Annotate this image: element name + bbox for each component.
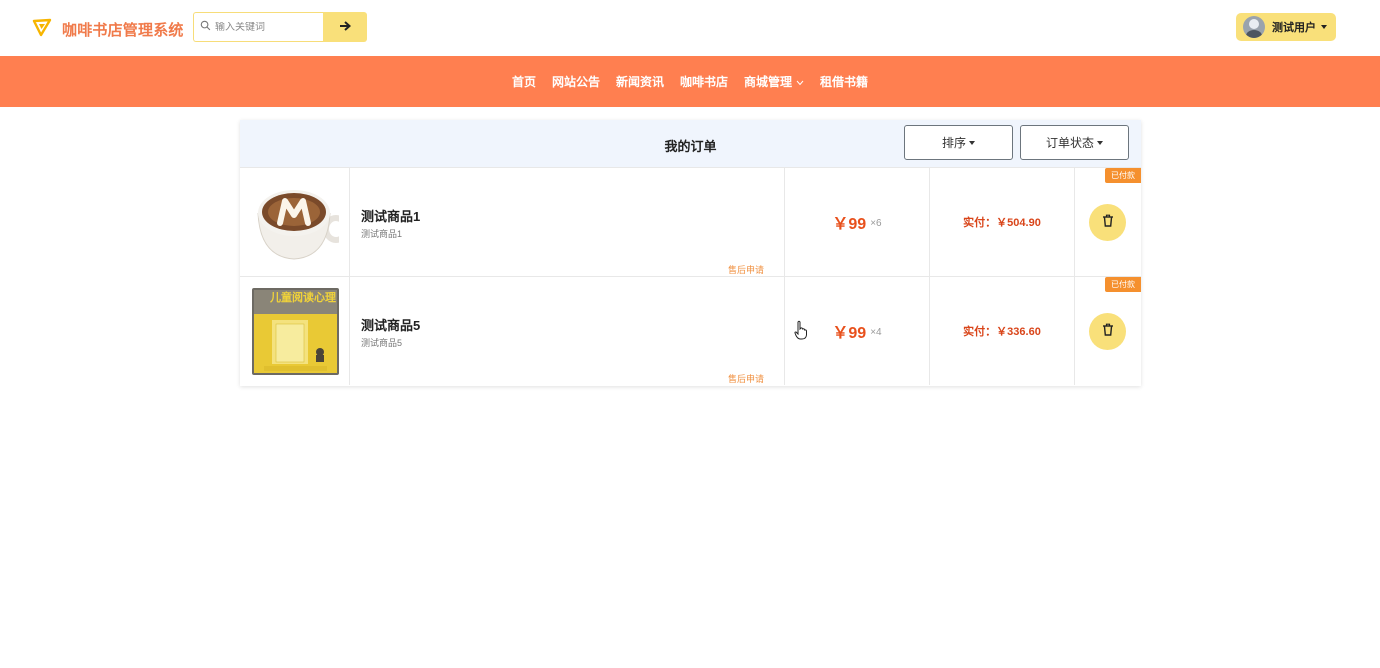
product-image-cell: 儿童阅读心理 bbox=[240, 277, 350, 385]
book-cover-title: 儿童阅读心理 bbox=[269, 290, 336, 304]
action-cell: 已付款 bbox=[1075, 168, 1141, 276]
search-input[interactable] bbox=[215, 21, 315, 33]
chevron-down-icon bbox=[792, 75, 804, 89]
nav-item-news[interactable]: 新闻资讯 bbox=[616, 73, 664, 90]
coffee-cup-image[interactable] bbox=[252, 179, 339, 266]
order-row: 儿童阅读心理 测试商品5 测试商品5 售后申请 ￥99 ×4 实付： ￥336.… bbox=[240, 276, 1141, 385]
unit-price: ￥99 bbox=[832, 325, 867, 342]
caret-down-icon bbox=[969, 140, 975, 145]
paid-cell: 实付： ￥504.90 bbox=[930, 168, 1075, 276]
product-description: 测试商品5 bbox=[361, 338, 403, 348]
product-image-cell bbox=[240, 168, 350, 276]
arrow-right-icon bbox=[339, 18, 352, 36]
nav-label: 网站公告 bbox=[551, 75, 600, 89]
order-status-label: 订单状态 bbox=[1045, 136, 1094, 150]
product-name[interactable]: 测试商品5 bbox=[361, 315, 420, 334]
book-cover-image[interactable]: 儿童阅读心理 bbox=[252, 288, 339, 375]
trash-icon bbox=[1102, 323, 1114, 341]
order-status-dropdown-button[interactable]: 订单状态 bbox=[1020, 125, 1129, 160]
orders-card-header: 我的订单 排序 订单状态 bbox=[240, 120, 1141, 167]
status-badge: 已付款 bbox=[1105, 168, 1141, 183]
top-header: 咖啡书店管理系统 测试用户 bbox=[0, 0, 1380, 56]
paid-label: 实付： bbox=[963, 326, 997, 338]
nav-item-mall-management[interactable]: 商城管理 bbox=[744, 73, 804, 90]
sort-label: 排序 bbox=[941, 136, 966, 150]
product-name[interactable]: 测试商品1 bbox=[361, 206, 420, 225]
trash-icon bbox=[1102, 214, 1114, 232]
after-sale-link[interactable]: 售后申请 bbox=[728, 372, 764, 385]
nav-label: 商城管理 bbox=[744, 75, 793, 89]
hand-cursor-icon bbox=[794, 320, 807, 340]
search-icon bbox=[200, 18, 211, 36]
product-info-cell: 测试商品5 测试商品5 售后申请 bbox=[350, 277, 785, 385]
avatar bbox=[1243, 16, 1265, 38]
search-submit-button[interactable] bbox=[323, 12, 367, 42]
caret-down-icon bbox=[1321, 25, 1327, 29]
logo-icon bbox=[32, 17, 52, 42]
orders-card: 我的订单 排序 订单状态 测试商品1 测试商品1 售后申请 ￥99 ×6 实付：… bbox=[240, 120, 1141, 386]
delete-button[interactable] bbox=[1089, 204, 1126, 241]
price-cell: ￥99 ×6 bbox=[785, 168, 930, 276]
order-row: 测试商品1 测试商品1 售后申请 ￥99 ×6 实付： ￥504.90 已付款 bbox=[240, 167, 1141, 276]
user-menu-button[interactable]: 测试用户 bbox=[1236, 13, 1336, 41]
caret-down-icon bbox=[1097, 140, 1103, 145]
search-bar bbox=[193, 12, 367, 42]
paid-amount: ￥504.90 bbox=[996, 217, 1041, 229]
paid-label: 实付： bbox=[963, 217, 997, 229]
unit-price: ￥99 bbox=[832, 216, 867, 233]
status-badge: 已付款 bbox=[1105, 277, 1141, 292]
nav-label: 新闻资讯 bbox=[615, 75, 664, 89]
product-description: 测试商品1 bbox=[361, 229, 403, 239]
action-cell: 已付款 bbox=[1075, 277, 1141, 385]
app-title: 咖啡书店管理系统 bbox=[62, 22, 184, 39]
delete-button[interactable] bbox=[1089, 313, 1126, 350]
sort-dropdown-button[interactable]: 排序 bbox=[904, 125, 1013, 160]
quantity: ×6 bbox=[870, 218, 882, 229]
nav-label: 咖啡书店 bbox=[680, 75, 729, 89]
paid-amount: ￥336.60 bbox=[996, 326, 1041, 338]
nav-label: 首页 bbox=[511, 75, 536, 89]
nav-item-announcements[interactable]: 网站公告 bbox=[552, 73, 600, 90]
nav-item-home[interactable]: 首页 bbox=[512, 73, 536, 90]
quantity: ×4 bbox=[870, 327, 882, 338]
nav-label: 租借书籍 bbox=[820, 75, 869, 89]
nav-item-coffee-bookstore[interactable]: 咖啡书店 bbox=[680, 73, 728, 90]
paid-cell: 实付： ￥336.60 bbox=[930, 277, 1075, 385]
logo[interactable]: 咖啡书店管理系统 bbox=[32, 17, 184, 42]
search-field[interactable] bbox=[193, 12, 323, 42]
user-name: 测试用户 bbox=[1272, 22, 1316, 34]
product-info-cell: 测试商品1 测试商品1 售后申请 bbox=[350, 168, 785, 276]
main-nav: 首页 网站公告 新闻资讯 咖啡书店 商城管理 租借书籍 bbox=[0, 56, 1380, 107]
after-sale-link[interactable]: 售后申请 bbox=[728, 263, 764, 276]
nav-item-rent-books[interactable]: 租借书籍 bbox=[820, 73, 868, 90]
